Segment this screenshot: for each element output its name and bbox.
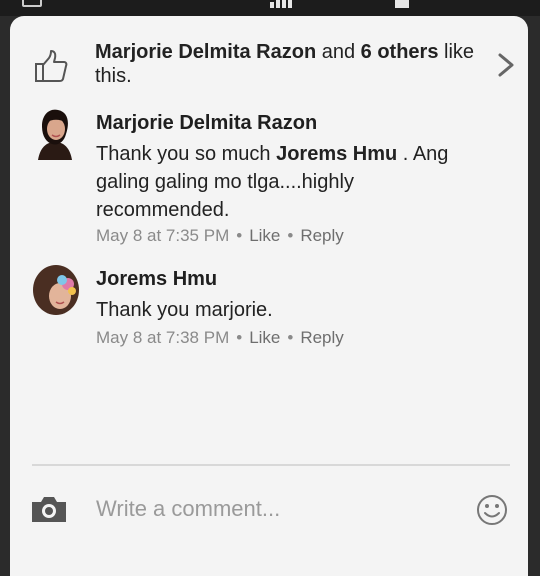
mention-link[interactable]: Jorems Hmu — [276, 143, 397, 165]
likes-text: Marjorie Delmita Razon and 6 others like… — [95, 40, 495, 88]
avatar[interactable] — [32, 108, 78, 160]
smiley-icon[interactable] — [476, 494, 508, 526]
comment-text: Thank you so much Jorems Hmu . Ang galin… — [96, 140, 476, 224]
notification-icon — [22, 0, 42, 7]
comment-item: Marjorie Delmita Razon Thank you so much… — [10, 106, 528, 246]
comment-timestamp: May 8 at 7:35 PM — [96, 226, 230, 245]
avatar[interactable] — [32, 264, 80, 316]
comment-input[interactable]: Write a comment... — [96, 496, 280, 522]
status-bar — [0, 0, 540, 16]
dot-separator: • — [287, 226, 294, 245]
thumbs-up-icon — [35, 50, 68, 82]
chevron-right-icon[interactable] — [494, 51, 518, 79]
comment-composer: Write a comment... — [10, 484, 528, 544]
reply-button[interactable]: Reply — [300, 328, 343, 347]
reply-button[interactable]: Reply — [300, 226, 343, 245]
likes-summary[interactable]: Marjorie Delmita Razon and 6 others like… — [10, 38, 528, 94]
dot-separator: • — [287, 328, 294, 347]
like-button[interactable]: Like — [249, 328, 280, 347]
signal-icon — [270, 0, 350, 8]
comments-panel: Marjorie Delmita Razon and 6 others like… — [10, 16, 528, 576]
comment-text-part: Thank you so much — [96, 143, 277, 165]
comment-author[interactable]: Marjorie Delmita Razon — [96, 112, 317, 135]
others-count[interactable]: 6 others — [361, 41, 439, 63]
battery-icon — [395, 0, 409, 8]
comment-meta: May 8 at 7:38 PM • Like • Reply — [96, 328, 344, 348]
comment-item: Jorems Hmu Thank you marjorie. May 8 at … — [10, 262, 528, 362]
liker-name[interactable]: Marjorie Delmita Razon — [95, 41, 316, 63]
comment-author[interactable]: Jorems Hmu — [96, 268, 217, 291]
comment-timestamp: May 8 at 7:38 PM — [96, 328, 230, 347]
likes-connector: and — [316, 41, 361, 63]
camera-icon[interactable] — [30, 494, 68, 524]
like-button[interactable]: Like — [249, 226, 280, 245]
comment-text: Thank you marjorie. — [96, 299, 273, 321]
divider — [32, 464, 510, 466]
dot-separator: • — [236, 328, 243, 347]
comment-meta: May 8 at 7:35 PM • Like • Reply — [96, 226, 344, 246]
dot-separator: • — [236, 226, 243, 245]
